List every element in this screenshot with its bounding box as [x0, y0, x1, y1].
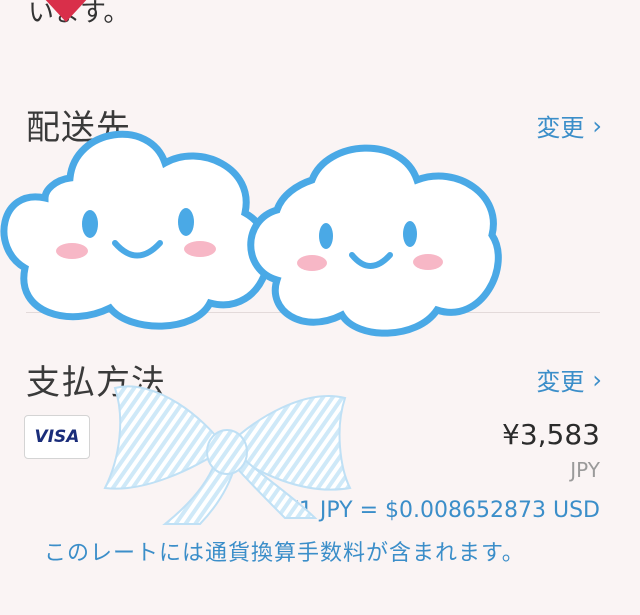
visa-card-icon: VISA: [24, 415, 90, 459]
payment-amount: ¥3,583: [502, 418, 600, 451]
cloud-sticker-left-icon: [0, 118, 275, 333]
cloud-sticker-right-icon: [242, 140, 504, 340]
card-brand: VISA: [34, 427, 80, 447]
payment-currency: JPY: [570, 458, 600, 482]
shipping-change-label: 変更: [536, 114, 585, 142]
ribbon-bow-sticker-icon: [85, 378, 355, 526]
shipping-change-link[interactable]: 変更 ›: [536, 108, 602, 143]
chevron-right-icon: ›: [592, 365, 602, 394]
chevron-right-icon: ›: [592, 111, 602, 140]
payment-change-label: 変更: [536, 368, 585, 396]
payment-change-link[interactable]: 変更 ›: [536, 362, 602, 397]
heart-sticker-icon: [36, 0, 96, 30]
rate-note: このレートには通貨換算手数料が含まれます。: [44, 541, 525, 566]
